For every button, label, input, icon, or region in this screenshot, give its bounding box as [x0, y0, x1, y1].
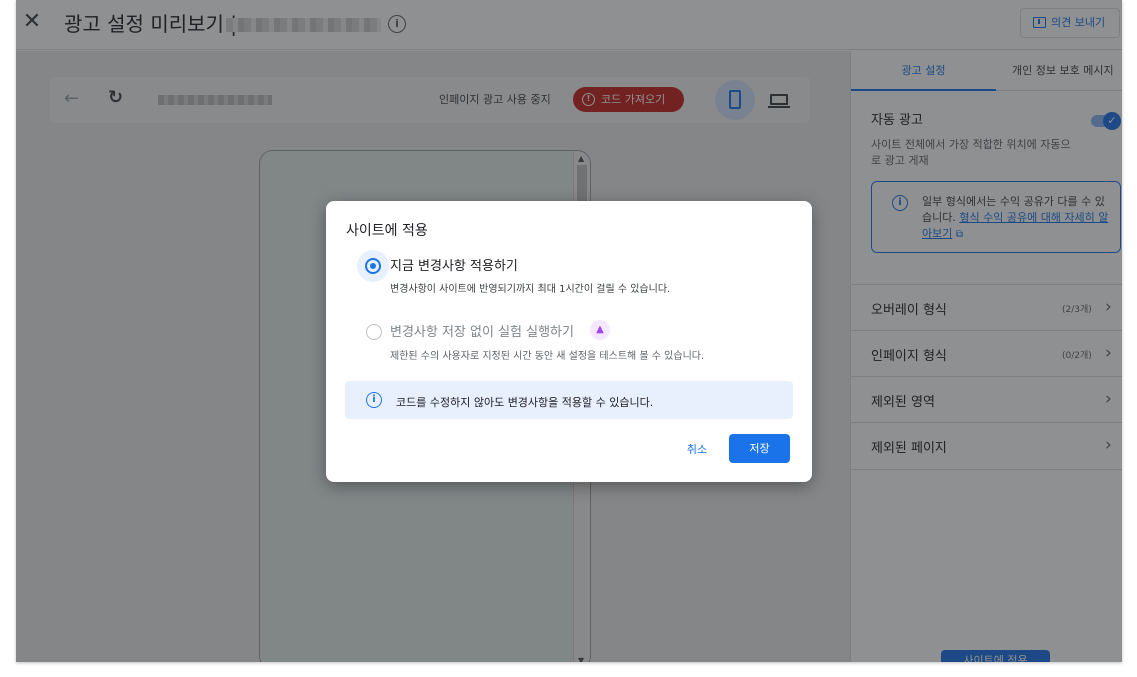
info-icon: i	[366, 392, 382, 408]
info-banner-text: 코드를 수정하지 않아도 변경사항을 적용할 수 있습니다.	[396, 396, 654, 409]
option-apply-now-description: 변경사항이 사이트에 반영되기까지 최대 1시간이 걸릴 수 있습니다.	[390, 284, 671, 295]
radio-apply-now[interactable]	[365, 258, 381, 274]
option-run-experiment-label[interactable]: 변경사항 저장 없이 실험 실행하기	[390, 321, 574, 340]
option-run-experiment-description: 제한된 수의 사용자로 지정된 시간 동안 새 설정을 테스트해 볼 수 있습니…	[390, 351, 705, 362]
option-apply-now-label[interactable]: 지금 변경사항 적용하기	[390, 255, 518, 274]
save-button[interactable]: 저장	[729, 434, 790, 463]
app-window: ✕ 광고 설정 미리보기 | i 의견 보내기 ← ↻ 인페이지 광고 사용 중…	[16, 0, 1122, 662]
info-banner: i 코드를 수정하지 않아도 변경사항을 적용할 수 있습니다.	[345, 381, 793, 419]
cancel-button[interactable]: 취소	[676, 438, 718, 462]
dialog-title: 사이트에 적용	[346, 223, 428, 239]
radio-run-experiment[interactable]	[366, 324, 382, 340]
flask-icon: ▲	[590, 320, 610, 340]
apply-to-site-dialog: 사이트에 적용 지금 변경사항 적용하기 변경사항이 사이트에 반영되기까지 최…	[326, 201, 812, 482]
